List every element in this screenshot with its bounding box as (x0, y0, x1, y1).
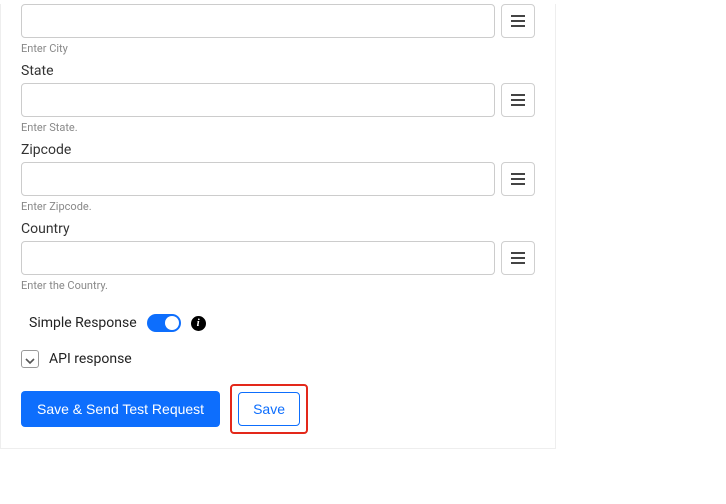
simple-response-toggle[interactable] (147, 314, 181, 332)
state-input[interactable] (21, 83, 495, 117)
form-area: Enter City State Enter State. Zipcode En… (0, 4, 556, 449)
zipcode-input[interactable] (21, 162, 495, 196)
field-zipcode: Zipcode Enter Zipcode. (21, 142, 535, 213)
city-input-row (21, 4, 535, 38)
save-highlight: Save (230, 384, 308, 434)
state-label: State (21, 63, 535, 79)
api-response-label: API response (49, 351, 132, 367)
hamburger-icon (510, 172, 526, 186)
button-row: Save & Send Test Request Save (21, 384, 535, 434)
country-options-button[interactable] (501, 241, 535, 275)
state-helper: Enter State. (21, 121, 535, 134)
field-state: State Enter State. (21, 63, 535, 134)
zipcode-helper: Enter Zipcode. (21, 200, 535, 213)
country-input[interactable] (21, 241, 495, 275)
chevron-down-icon (25, 350, 35, 369)
api-response-expand-button[interactable] (21, 350, 39, 368)
hamburger-icon (510, 93, 526, 107)
city-input[interactable] (21, 4, 495, 38)
state-input-row (21, 83, 535, 117)
city-options-button[interactable] (501, 4, 535, 38)
field-city: Enter City (21, 4, 535, 55)
city-helper: Enter City (21, 42, 535, 55)
api-response-row: API response (21, 350, 535, 368)
field-country: Country Enter the Country. (21, 221, 535, 292)
zipcode-options-button[interactable] (501, 162, 535, 196)
hamburger-icon (510, 251, 526, 265)
country-label: Country (21, 221, 535, 237)
simple-response-label: Simple Response (29, 315, 137, 331)
state-options-button[interactable] (501, 83, 535, 117)
hamburger-icon (510, 14, 526, 28)
zipcode-label: Zipcode (21, 142, 535, 158)
country-helper: Enter the Country. (21, 279, 535, 292)
save-send-test-button[interactable]: Save & Send Test Request (21, 391, 220, 427)
country-input-row (21, 241, 535, 275)
info-icon[interactable]: i (191, 316, 206, 331)
zipcode-input-row (21, 162, 535, 196)
simple-response-row: Simple Response i (21, 314, 535, 332)
save-button[interactable]: Save (238, 392, 300, 426)
